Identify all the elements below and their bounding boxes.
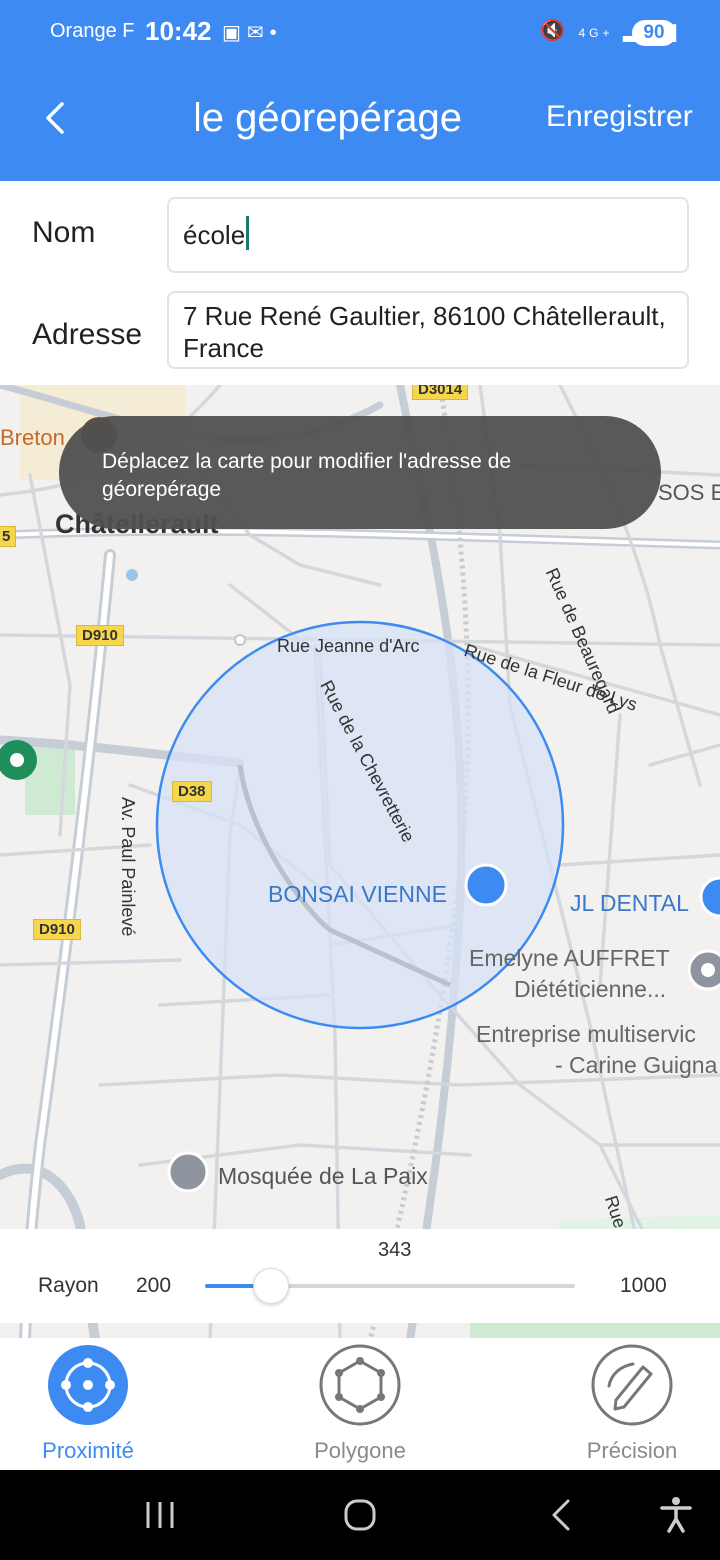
address-label: Adresse bbox=[32, 318, 143, 351]
radius-label: Rayon bbox=[38, 1274, 99, 1297]
status-bar: Orange F 10:42 ▣✉• 🔇 4G+ ▂▄▆ 90 bbox=[0, 0, 720, 68]
map-label-av-painleve: Av. Paul Painlevé bbox=[118, 797, 138, 937]
save-button[interactable]: Enregistrer bbox=[546, 100, 693, 134]
name-field[interactable]: école bbox=[167, 197, 689, 273]
tab-polygone[interactable]: Polygone bbox=[280, 1344, 440, 1464]
map-label-emelyne-1: Emelyne AUFFRET bbox=[469, 945, 670, 971]
address-field[interactable]: 7 Rue René Gaultier, 86100 Châtellerault… bbox=[167, 291, 689, 369]
notification-icons: ▣✉• bbox=[222, 22, 283, 44]
page-title: Définir le géorepérage bbox=[196, 96, 462, 140]
toast-line-2: géorepérage bbox=[102, 478, 222, 501]
map-view[interactable]: Breton Châtellerault SOS E Rue de Beaure… bbox=[0, 385, 720, 1340]
clock: 10:42 bbox=[145, 16, 212, 46]
carrier-label: Orange F bbox=[50, 20, 135, 42]
address-line-1: 7 Rue René Gaultier, 86100 Châtellerault… bbox=[183, 301, 666, 331]
map-label-sos: SOS E bbox=[658, 480, 720, 505]
back-nav-icon[interactable] bbox=[542, 1495, 582, 1535]
radius-max: 1000 bbox=[620, 1274, 667, 1297]
tab-precision[interactable]: Précision bbox=[552, 1344, 712, 1464]
name-value: école bbox=[183, 220, 246, 250]
road-tag-5: 5 bbox=[0, 526, 17, 547]
tab-label-precision: Précision bbox=[586, 1438, 678, 1463]
tab-label-polygone: Polygone bbox=[314, 1438, 406, 1463]
road-tag-d910-2: D910 bbox=[33, 919, 81, 940]
text-cursor bbox=[246, 216, 250, 250]
name-label: Nom bbox=[32, 216, 96, 249]
system-nav-bar bbox=[0, 1470, 720, 1560]
app-header: Orange F 10:42 ▣✉• 🔇 4G+ ▂▄▆ 90 Définir … bbox=[0, 0, 720, 181]
radius-panel: 343 Rayon 200 1000 bbox=[0, 1229, 720, 1323]
pencil-icon bbox=[591, 1344, 673, 1426]
radius-min: 200 bbox=[136, 1274, 172, 1297]
map-label-entreprise-2: - Carine Guigna bbox=[555, 1052, 718, 1078]
map-label-jl-dental: JL DENTAL bbox=[570, 890, 689, 916]
polygon-icon bbox=[319, 1344, 401, 1426]
map-hint-toast: Déplacez la carte pour modifier l'adress… bbox=[59, 416, 661, 529]
proximity-icon bbox=[48, 1345, 128, 1425]
mode-tabs: Proximité Polygone Précision bbox=[0, 1338, 720, 1470]
network-type: 4G+ bbox=[578, 26, 614, 40]
accessibility-icon[interactable] bbox=[656, 1495, 696, 1535]
map-label-entreprise-1: Entreprise multiservic bbox=[476, 1021, 696, 1047]
address-line-2: France bbox=[183, 333, 264, 363]
map-label-mosquee: Mosquée de La Paix bbox=[218, 1163, 428, 1189]
map-label-breton: Breton bbox=[0, 425, 65, 450]
tab-label-proximite: Proximité bbox=[42, 1438, 134, 1463]
back-button[interactable] bbox=[34, 96, 78, 140]
chevron-left-icon bbox=[46, 102, 64, 134]
toast-line-1: Déplacez la carte pour modifier l'adress… bbox=[102, 450, 512, 473]
radius-value: 343 bbox=[378, 1239, 412, 1261]
radius-slider-thumb[interactable] bbox=[253, 1268, 289, 1304]
battery-indicator: 90 bbox=[632, 20, 676, 46]
radius-slider[interactable] bbox=[205, 1268, 575, 1304]
road-tag-d910: D910 bbox=[76, 625, 124, 646]
recent-apps-icon[interactable] bbox=[140, 1495, 180, 1535]
home-icon[interactable] bbox=[340, 1495, 380, 1535]
road-tag-d38: D38 bbox=[172, 781, 212, 802]
tab-proximite[interactable]: Proximité bbox=[8, 1344, 168, 1464]
road-tag-d3014: D3014 bbox=[412, 385, 469, 400]
map-label-emelyne-2: Diététicienne... bbox=[514, 976, 667, 1002]
map-label-rue-jeanne: Rue Jeanne d'Arc bbox=[277, 636, 420, 656]
map-label-bonsai: BONSAI VIENNE bbox=[268, 881, 447, 907]
